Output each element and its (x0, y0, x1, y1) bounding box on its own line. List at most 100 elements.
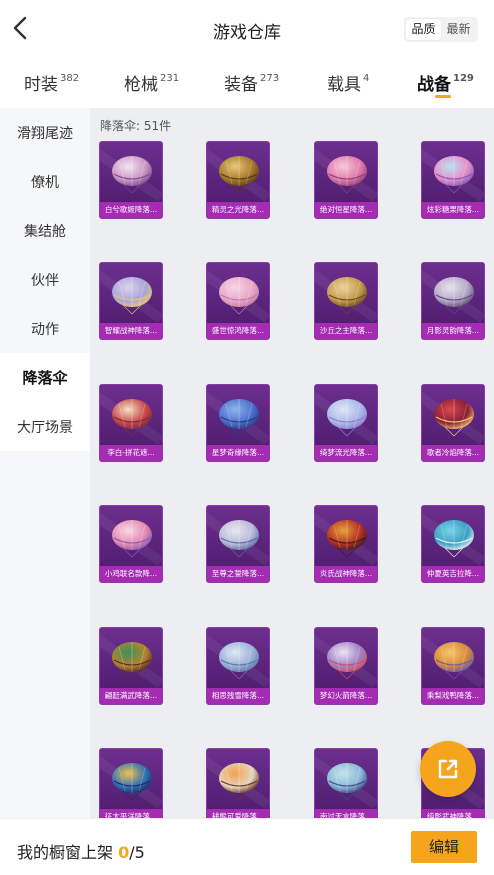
tab-label: 枪械 (124, 75, 158, 95)
parachute-icon (434, 156, 474, 194)
sidebar-item-lobby-scene[interactable]: 大厅场景 (0, 402, 90, 451)
item-card[interactable]: 绝对恒星降落... (314, 141, 378, 219)
item-name: 绮梦流光降落... (315, 445, 377, 461)
item-name: 歌者冷焰降落... (422, 445, 484, 461)
tab-label: 载具 (327, 75, 361, 95)
sort-toggle: 品质 最新 (404, 17, 478, 42)
active-tab-indicator (435, 95, 451, 98)
parachute-icon (327, 642, 367, 680)
parachute-icon (112, 399, 152, 437)
parachute-icon (219, 277, 259, 315)
header: 游戏仓库 品质 最新 (0, 0, 494, 58)
item-name: 耕熊可爱降落... (207, 809, 269, 818)
parachute-icon (327, 156, 367, 194)
parachute-icon (434, 277, 474, 315)
item-name: 李白-拼花遮... (100, 445, 162, 461)
bottom-bar: 我的橱窗上架 0/5 编辑 (0, 818, 494, 875)
item-card[interactable]: 盛世惊鸿降落... (206, 262, 270, 340)
showcase-label: 我的橱窗上架 (17, 843, 114, 862)
item-card[interactable]: 李白-拼花遮... (99, 384, 163, 462)
item-name: 南过天言降落... (315, 809, 377, 818)
sidebar-item-companion[interactable]: 伙伴 (0, 255, 90, 304)
sort-quality[interactable]: 品质 (406, 19, 441, 40)
sidebar-item-wingman[interactable]: 僚机 (0, 157, 90, 206)
item-card[interactable]: 小鸡联名款降... (99, 505, 163, 583)
tab-label: 时装 (24, 75, 58, 95)
item-card[interactable]: 翩跹满武降落... (99, 627, 163, 705)
share-button[interactable] (420, 741, 476, 797)
item-name: 盛世惊鸿降落... (207, 323, 269, 339)
tab-label: 战备 (417, 75, 451, 95)
parachute-icon (434, 520, 474, 558)
item-card[interactable]: 征太平洋降落... (99, 748, 163, 818)
parachute-icon (327, 763, 367, 801)
item-card[interactable]: 乘梨戏鸭降落... (421, 627, 485, 705)
item-card[interactable]: 梦幻火箭降落... (314, 627, 378, 705)
parachute-icon (327, 277, 367, 315)
item-card[interactable]: 星梦奇缘降落... (206, 384, 270, 462)
item-name: 小鸡联名款降... (100, 566, 162, 582)
item-name: 征太平洋降落... (100, 809, 162, 818)
sidebar-item-parachute[interactable]: 降落伞 (0, 353, 90, 402)
item-card[interactable]: 智耀战神降落... (99, 262, 163, 340)
item-name: 星梦奇缘降落... (207, 445, 269, 461)
parachute-icon (434, 399, 474, 437)
item-name: 纯影武神降落... (422, 809, 484, 818)
item-grid: 降落伞: 51件 白兮歌姬降落... 精灵之光降落... 绝对恒星降落... 炫彩糖果… (90, 108, 494, 818)
item-card[interactable]: 月影灵韵降落... (421, 262, 485, 340)
parachute-icon (112, 763, 152, 801)
parachute-icon (112, 642, 152, 680)
item-name: 白兮歌姬降落... (100, 202, 162, 218)
sidebar: 滑翔尾迹 僚机 集结舱 伙伴 动作 降落伞 大厅场景 (0, 108, 90, 818)
tab-preparation[interactable]: 战备 129 (417, 70, 474, 95)
tab-firearms[interactable]: 枪械 231 (124, 70, 179, 95)
parachute-icon (112, 156, 152, 194)
tab-label: 装备 (224, 75, 258, 95)
parachute-icon (219, 763, 259, 801)
item-card[interactable]: 炫彩糖果降落... (421, 141, 485, 219)
item-card[interactable]: 南过天言降落... (314, 748, 378, 818)
item-name: 炎氏战神降落... (315, 566, 377, 582)
sidebar-item-assembly-pod[interactable]: 集结舱 (0, 206, 90, 255)
parachute-icon (219, 399, 259, 437)
item-name: 绝对恒星降落... (315, 202, 377, 218)
tab-fashion[interactable]: 时装 382 (24, 70, 79, 95)
tab-count: 231 (160, 73, 180, 84)
showcase-count: 0 (118, 843, 130, 862)
item-card[interactable]: 精灵之光降落... (206, 141, 270, 219)
item-card[interactable]: 绮梦流光降落... (314, 384, 378, 462)
parachute-icon (112, 277, 152, 315)
showcase-total: /5 (129, 843, 145, 862)
sidebar-item-emote[interactable]: 动作 (0, 304, 90, 353)
item-name: 沙丘之主降落... (315, 323, 377, 339)
showcase-status: 我的橱窗上架 0/5 (17, 839, 145, 863)
parachute-icon (219, 642, 259, 680)
item-card[interactable]: 歌者冷焰降落... (421, 384, 485, 462)
parachute-icon (327, 520, 367, 558)
item-card[interactable]: 仲夏英吉拉降... (421, 505, 485, 583)
tab-equipment[interactable]: 装备 273 (224, 70, 279, 95)
tab-count: 4 (363, 73, 370, 84)
item-name: 月影灵韵降落... (422, 323, 484, 339)
parachute-icon (327, 399, 367, 437)
item-card[interactable]: 炎氏战神降落... (314, 505, 378, 583)
item-name: 炫彩糖果降落... (422, 202, 484, 218)
item-card[interactable]: 白兮歌姬降落... (99, 141, 163, 219)
item-card[interactable]: 至尊之誓降落... (206, 505, 270, 583)
share-icon (438, 759, 458, 779)
item-name: 翩跹满武降落... (100, 688, 162, 704)
sort-latest[interactable]: 最新 (441, 19, 476, 40)
tab-count: 382 (60, 73, 80, 84)
item-name: 精灵之光降落... (207, 202, 269, 218)
item-card[interactable]: 耕熊可爱降落... (206, 748, 270, 818)
tab-vehicles[interactable]: 载具 4 (327, 70, 369, 95)
edit-button[interactable]: 编辑 (411, 831, 477, 863)
tab-count: 273 (260, 73, 280, 84)
sidebar-item-glide-trail[interactable]: 滑翔尾迹 (0, 108, 90, 157)
tab-count: 129 (453, 73, 474, 84)
item-name: 相思残雪降落... (207, 688, 269, 704)
item-card[interactable]: 相思残雪降落... (206, 627, 270, 705)
item-name: 乘梨戏鸭降落... (422, 688, 484, 704)
parachute-icon (219, 520, 259, 558)
item-card[interactable]: 沙丘之主降落... (314, 262, 378, 340)
